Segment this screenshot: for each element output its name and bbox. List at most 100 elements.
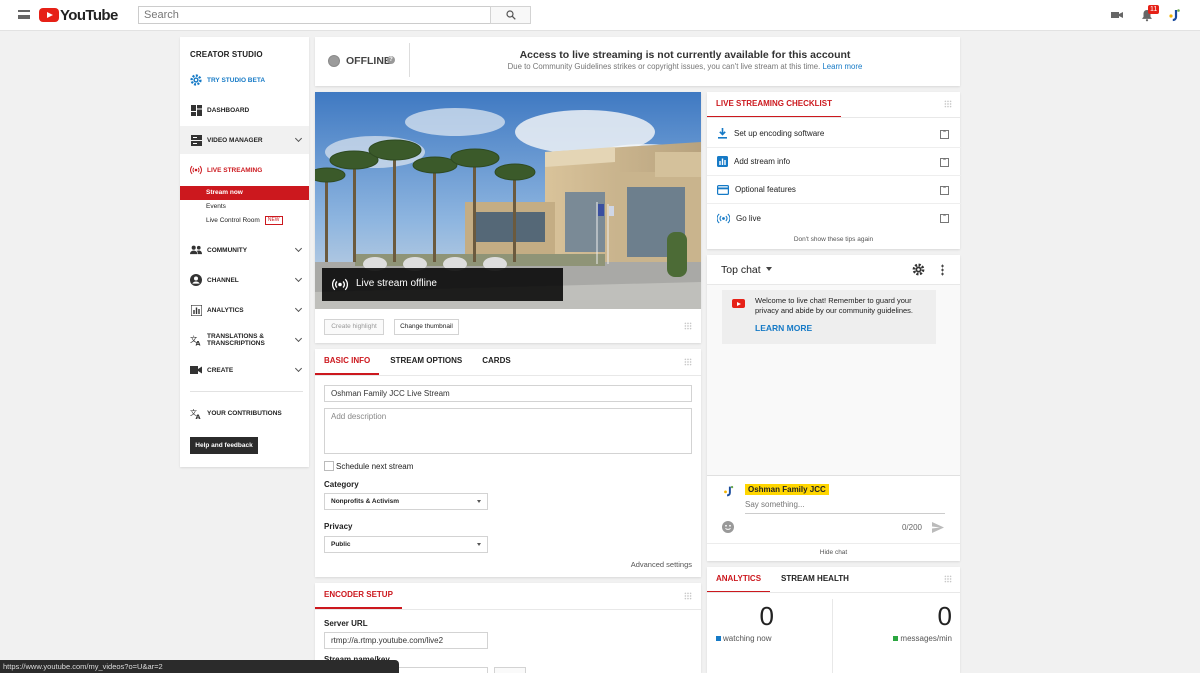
sidebar-item-live-streaming[interactable]: LIVE STREAMING <box>180 156 309 184</box>
checklist-item-stream-info[interactable]: Add stream info ⌃ <box>707 148 961 176</box>
overlay-text: Live stream offline <box>356 278 437 289</box>
checklist-item-go-live[interactable]: Go live ⌃ <box>707 204 961 232</box>
checklist-item-label: Optional features <box>735 185 796 194</box>
sidebar-item-translations[interactable]: 文A TRANSLATIONS & TRANSCRIPTIONS <box>180 326 309 354</box>
stream-preview-panel: Live stream offline Create highlight Cha… <box>315 92 701 343</box>
learn-more-link[interactable]: Learn more <box>822 62 862 71</box>
schedule-checkbox[interactable] <box>324 461 334 471</box>
tab-encoder-setup[interactable]: ENCODER SETUP <box>315 583 402 609</box>
create-highlight-button[interactable]: Create highlight <box>324 319 384 335</box>
checklist-item-optional-features[interactable]: Optional features ⌃ <box>707 176 961 204</box>
stream-status-panel: OFFLINE ? Access to live streaming is no… <box>315 37 960 86</box>
contributions-icon: 文A <box>190 407 202 419</box>
status-detail-text: Due to Community Guidelines strikes or c… <box>507 62 821 71</box>
info-tabs: BASIC INFO STREAM OPTIONS CARDS <box>315 349 520 375</box>
expand-icon[interactable]: ⌃ <box>940 214 949 223</box>
category-value: Nonprofits & Activism <box>331 498 400 505</box>
sidebar-subitem-stream-now[interactable]: Stream now <box>180 186 309 200</box>
video-manager-icon <box>190 134 202 146</box>
chevron-down-icon <box>294 134 303 143</box>
sidebar-item-dashboard[interactable]: DASHBOARD <box>180 96 309 124</box>
tab-divider <box>315 609 701 610</box>
tab-stream-health[interactable]: STREAM HEALTH <box>772 567 858 593</box>
search-icon <box>505 10 516 20</box>
sidebar-item-analytics[interactable]: ANALYTICS <box>180 296 309 324</box>
youtube-logo-text[interactable]: YouTube <box>60 7 118 24</box>
description-textarea[interactable] <box>324 408 692 454</box>
sidebar-item-your-contributions[interactable]: 文A YOUR CONTRIBUTIONS <box>180 399 309 427</box>
drag-handle-icon[interactable] <box>684 322 692 330</box>
privacy-label: Privacy <box>324 522 353 531</box>
sidebar-item-video-manager[interactable]: VIDEO MANAGER <box>180 126 309 154</box>
category-label: Category <box>324 480 359 489</box>
schedule-label: Schedule next stream <box>336 462 414 471</box>
expand-icon[interactable]: ⌃ <box>940 186 949 195</box>
search-input[interactable] <box>138 6 491 24</box>
chat-welcome-text: Welcome to live chat! Remember to guard … <box>755 296 914 315</box>
watching-legend-swatch <box>716 636 721 641</box>
expand-icon[interactable]: ⌃ <box>940 130 949 139</box>
tab-divider <box>707 592 960 593</box>
expand-icon[interactable]: ⌃ <box>940 158 949 167</box>
sidebar-item-community[interactable]: COMMUNITY <box>180 236 309 264</box>
messages-legend-swatch <box>893 636 899 641</box>
sidebar-subitem-events[interactable]: Events <box>180 200 309 214</box>
tab-stream-options[interactable]: STREAM OPTIONS <box>381 349 471 375</box>
offline-status-icon <box>328 55 340 67</box>
checklist-item-encoding[interactable]: Set up encoding software ⌃ <box>707 120 961 148</box>
server-url-input[interactable] <box>324 632 488 649</box>
checklist-title: LIVE STREAMING CHECKLIST <box>707 92 842 118</box>
emoji-icon[interactable] <box>722 521 734 533</box>
drag-handle-icon[interactable] <box>944 575 952 583</box>
sidebar-item-try-studio-beta[interactable]: TRY STUDIO BETA <box>180 66 309 94</box>
drag-handle-icon[interactable] <box>684 358 692 366</box>
chat-message-input[interactable]: Say something... <box>745 500 945 514</box>
reveal-key-button[interactable] <box>494 667 526 673</box>
status-headline: Access to live streaming is not currentl… <box>519 49 851 61</box>
chevron-down-icon <box>294 334 303 343</box>
tab-cards[interactable]: CARDS <box>473 349 519 375</box>
drag-handle-icon[interactable] <box>684 592 692 600</box>
sidebar-item-create[interactable]: CREATE <box>180 356 309 384</box>
youtube-logo-icon[interactable] <box>39 8 59 22</box>
upload-video-icon[interactable] <box>1110 8 1126 24</box>
sidebar-item-label: COMMUNITY <box>207 246 248 254</box>
sidebar-item-label: LIVE STREAMING <box>207 166 263 174</box>
chat-welcome-card: Welcome to live chat! Remember to guard … <box>722 290 936 344</box>
messages-value: 0 <box>937 601 952 631</box>
live-broadcast-icon <box>190 164 202 176</box>
tab-basic-info[interactable]: BASIC INFO <box>315 349 380 375</box>
menu-icon[interactable] <box>18 10 30 19</box>
checklist-panel: LIVE STREAMING CHECKLIST Set up encoding… <box>707 92 961 249</box>
sidebar-item-channel[interactable]: CHANNEL <box>180 266 309 294</box>
tab-analytics[interactable]: ANALYTICS <box>707 567 771 593</box>
account-avatar[interactable] <box>1167 7 1183 23</box>
change-thumbnail-button[interactable]: Change thumbnail <box>394 319 459 335</box>
dismiss-tips-link[interactable]: Don't show these tips again <box>707 236 960 243</box>
tab-divider <box>315 375 701 376</box>
sidebar-item-label: DASHBOARD <box>207 106 250 114</box>
sidebar-divider <box>190 391 303 392</box>
sidebar-item-label: YOUR CONTRIBUTIONS <box>207 409 282 417</box>
channel-account-icon <box>190 274 202 286</box>
chat-input-divider <box>707 475 960 476</box>
send-icon[interactable] <box>932 522 944 536</box>
help-and-feedback-button[interactable]: Help and feedback <box>190 437 258 454</box>
privacy-select[interactable]: Public <box>324 536 488 553</box>
checklist-item-label: Add stream info <box>734 157 791 166</box>
search-button[interactable] <box>490 6 531 24</box>
checklist-item-label: Go live <box>736 213 761 223</box>
help-question-icon[interactable]: ? <box>387 56 395 64</box>
chat-learn-more-link[interactable]: LEARN MORE <box>755 323 812 333</box>
checklist-item-label: Set up encoding software <box>734 129 825 138</box>
drag-handle-icon[interactable] <box>944 100 952 108</box>
advanced-settings-link[interactable]: Advanced settings <box>615 560 692 569</box>
category-select[interactable]: Nonprofits & Activism <box>324 493 488 510</box>
chat-mode-dropdown[interactable]: Top chat <box>721 264 772 276</box>
hide-chat-button[interactable]: Hide chat <box>707 549 960 556</box>
sidebar-subitem-live-control-room[interactable]: Live Control Room NEW <box>180 214 309 228</box>
settings-gear-icon[interactable] <box>912 263 925 279</box>
stream-title-input[interactable] <box>324 385 692 402</box>
more-options-icon[interactable] <box>941 264 944 276</box>
analytics-panel: ANALYTICS STREAM HEALTH 0 watching now 0… <box>707 567 960 673</box>
